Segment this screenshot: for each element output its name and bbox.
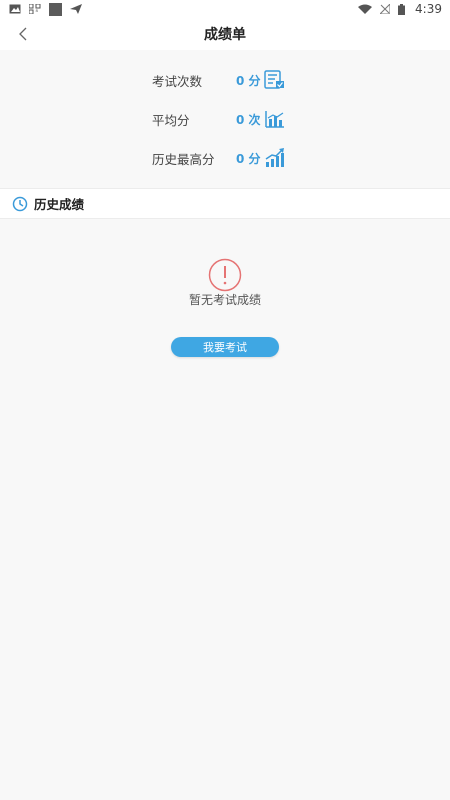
grid-icon: ⁸ <box>29 4 41 14</box>
bar-chart-icon <box>265 111 284 128</box>
send-icon <box>70 4 82 14</box>
warning-icon <box>208 258 242 292</box>
stat-label: 考试次数 <box>152 73 203 89</box>
no-signal-icon <box>380 4 391 14</box>
section-title: 历史成绩 <box>34 197 85 212</box>
trend-up-icon <box>265 148 284 167</box>
status-left: ⁸ <box>9 2 82 16</box>
chevron-left-icon <box>19 27 27 41</box>
stat-value: 0 分 <box>236 151 261 166</box>
empty-state-text: 暂无考试成绩 <box>188 293 261 307</box>
battery-icon <box>398 3 406 15</box>
clock: 4:39 <box>415 2 442 16</box>
nav-bar: 成绩单 <box>0 18 450 50</box>
stat-row-exam-count: 考试次数 0 分 <box>152 69 292 91</box>
stat-row-highest: 历史最高分 0 分 <box>152 147 292 169</box>
stats-panel: 考试次数 0 分 平均分 0 次 历史最高分 0 分 <box>0 50 450 187</box>
svg-text:⁸: ⁸ <box>36 9 39 14</box>
wifi-icon <box>358 4 373 14</box>
page-title: 成绩单 <box>204 27 246 43</box>
clock-icon <box>12 196 28 211</box>
take-exam-button[interactable]: 我要考试 <box>171 337 279 357</box>
history-section-header: 历史成绩 <box>0 188 450 219</box>
status-right: 4:39 <box>358 2 442 16</box>
stat-value: 0 分 <box>236 73 261 88</box>
stat-value: 0 次 <box>236 112 261 127</box>
image-icon <box>9 4 21 14</box>
back-button[interactable] <box>12 23 34 45</box>
exam-list-icon <box>264 70 284 89</box>
stat-label: 历史最高分 <box>152 151 215 167</box>
stat-label: 平均分 <box>152 112 190 128</box>
status-bar: ⁸ 4:39 <box>0 0 450 18</box>
stat-row-average: 平均分 0 次 <box>152 108 292 130</box>
app-square-icon <box>49 2 62 16</box>
